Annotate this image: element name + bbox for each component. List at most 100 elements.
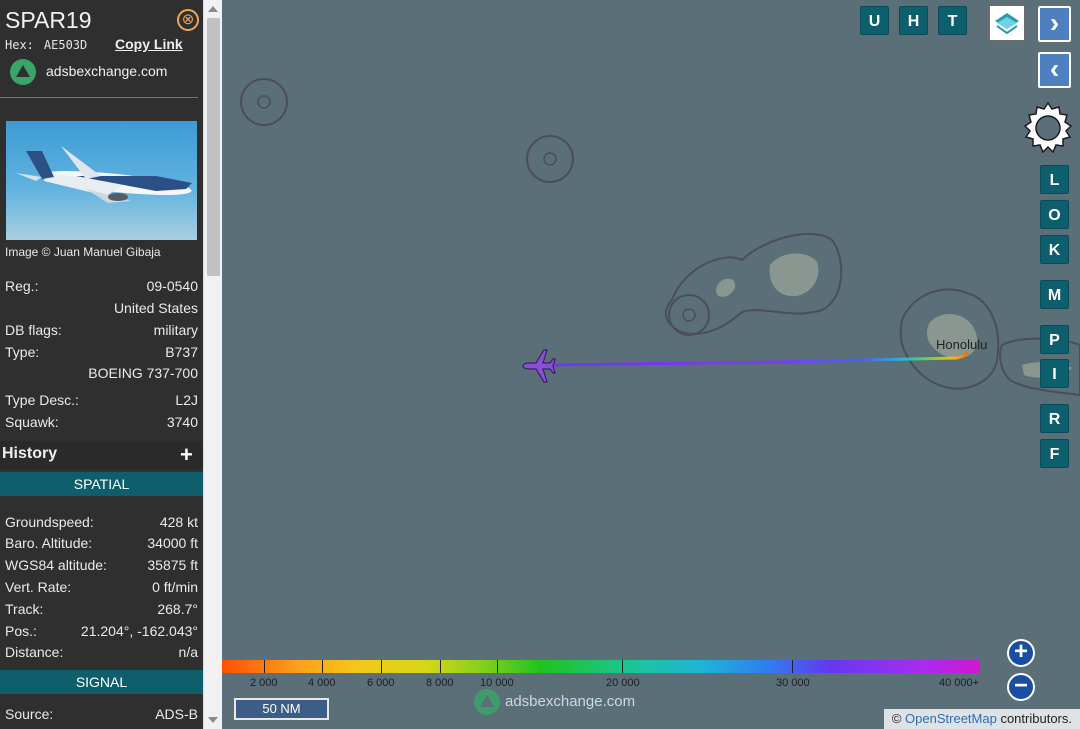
altitude-tick [622,660,623,673]
vert-rate-value: 0 ft/min [152,579,198,595]
watermark-text: adsbexchange.com [505,693,636,710]
close-icon[interactable]: ⊗ [177,9,199,31]
adsbexchange-logo-icon[interactable] [10,59,36,85]
altitude-tick [792,660,793,673]
aircraft-photo[interactable] [6,121,197,240]
hex-value: AE503D [43,38,88,52]
openstreetmap-link[interactable]: OpenStreetMap [905,711,997,726]
aircraft-info-sidebar: SPAR19 ⊗ Hex: AE503D Copy Link adsbexchan… [0,0,203,729]
layers-button[interactable] [988,4,1026,42]
history-title[interactable]: History [2,445,57,463]
map-attribution: © OpenStreetMap contributors. [883,709,1080,729]
source-label: Source: [5,706,54,722]
map-view[interactable]: Honolulu U H T › ‹ L O K M P I R F + − 2… [222,0,1080,729]
typedesc-label: Type Desc.: [5,392,79,408]
island-buffer-kauai [664,232,843,335]
toggle-multiselect-button[interactable]: M [1040,280,1069,309]
toggle-info-button[interactable]: I [1040,359,1069,388]
squawk-label: Squawk: [5,414,59,430]
vert-rate-label: Vert. Rate: [5,579,72,595]
baro-altitude-label: Baro. Altitude: [5,535,93,551]
flight-track [546,351,969,367]
hex-row: Hex: AE503D [5,37,87,52]
track-value: 268.7° [157,601,198,617]
scrollbar-thumb[interactable] [207,18,220,276]
adsbexchange-watermark-logo [474,689,500,715]
groundspeed-value: 428 kt [159,514,198,530]
reg-value: 09-0540 [146,278,198,294]
attribution-prefix: © [891,711,902,726]
toggle-units-button[interactable]: U [860,6,889,35]
altitude-tick [264,660,265,673]
distance-label: Distance: [5,644,64,660]
altitude-tick-label: 10 000 [480,677,514,689]
photo-credit: Image © Juan Manuel Gibaja [5,245,161,259]
country-value: United States [113,300,198,316]
zoom-in-icon[interactable]: + [1007,639,1035,667]
type-name-value: BOEING 737-700 [88,365,198,381]
chevron-right-icon[interactable]: › [1038,6,1071,42]
type-value: B737 [165,344,198,360]
toggle-table-button[interactable]: T [938,6,967,35]
toggle-track-labels-button[interactable]: K [1040,235,1069,264]
position-label: Pos.: [5,623,37,639]
squawk-value: 3740 [166,414,198,430]
source-value: ADS-B [155,706,198,722]
altitude-tick [497,660,498,673]
map-canvas [240,78,1080,397]
island-kauai [769,253,819,297]
position-value: 21.204°, -162.043° [80,623,198,639]
altitude-tick [440,660,441,673]
altitude-tick-label: 8 000 [426,677,454,689]
toggle-persistence-button[interactable]: P [1040,325,1069,354]
altitude-tick-label: 2 000 [250,677,278,689]
altitude-color-scale [222,660,980,673]
toggle-follow-button[interactable]: F [1040,439,1069,468]
altitude-tick-label: 30 000 [776,677,810,689]
island-niihau [716,278,736,297]
track-label: Track: [5,601,44,617]
wgs84-altitude-label: WGS84 altitude: [5,557,107,573]
wgs84-altitude-value: 35875 ft [147,557,198,573]
aircraft-photo-illustration [16,146,192,203]
reg-label: Reg.: [5,278,39,294]
island-buffer-ring [682,308,696,322]
distance-value: n/a [178,644,198,660]
scroll-up-icon[interactable] [208,6,218,12]
groundspeed-label: Groundspeed: [5,514,94,530]
plus-icon[interactable]: + [180,444,193,466]
range-ring-center [257,95,271,109]
altitude-tick-label: 40 000+ [939,677,980,689]
island-buffer-niihau [668,294,710,336]
toggle-labels-button[interactable]: L [1040,165,1069,194]
hex-label: Hex: [5,38,34,52]
altitude-tick [322,660,323,673]
attribution-suffix: contributors. [1000,711,1072,726]
sidebar-scrollbar[interactable] [203,0,222,729]
altitude-tick-label: 20 000 [606,677,640,689]
zoom-out-icon[interactable]: − [1007,673,1035,701]
dbflags-value: military [153,322,198,338]
scroll-down-icon[interactable] [208,717,218,723]
copy-link[interactable]: Copy Link [115,36,183,52]
chevron-left-icon[interactable]: ‹ [1038,52,1071,88]
toggle-replay-button[interactable]: R [1040,404,1069,433]
aircraft-icon[interactable] [522,349,556,383]
altitude-tick [381,660,382,673]
gear-icon[interactable] [1021,101,1075,155]
distance-scale: 50 NM [234,698,329,720]
typedesc-value: L2J [175,392,198,408]
range-ring-center [543,152,557,166]
layers-icon [995,13,1019,35]
range-ring [526,135,574,183]
divider [0,97,198,98]
signal-section-header: SIGNAL [0,670,203,694]
spatial-section-header: SPATIAL [0,472,203,496]
toggle-history-button[interactable]: H [899,6,928,35]
dbflags-label: DB flags: [5,322,62,338]
altitude-tick-label: 4 000 [308,677,336,689]
altitude-tick-label: 6 000 [367,677,395,689]
city-label-honolulu: Honolulu [936,337,988,352]
source-site-link[interactable]: adsbexchange.com [46,63,167,79]
toggle-extended-labels-button[interactable]: O [1040,200,1069,229]
